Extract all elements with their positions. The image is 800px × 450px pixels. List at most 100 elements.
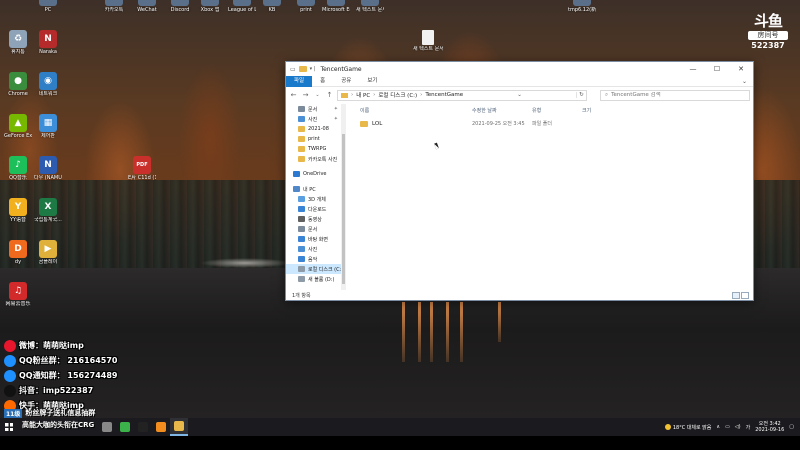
desktop-shortcut[interactable]: X 국립통계국... [34, 198, 62, 223]
desktop-shortcut[interactable]: Xbox 앱 [196, 0, 224, 13]
desktop-shortcut[interactable]: N Naraka [34, 30, 62, 55]
desktop-shortcut[interactable]: Y YY语音 [4, 198, 32, 223]
desktop-shortcut[interactable]: ● Chrome [4, 72, 32, 97]
clock-date: 2021-09-16 [755, 427, 785, 433]
taskbar-app[interactable] [116, 418, 134, 436]
desktop-shortcut[interactable]: N다우 (NAMUH) [34, 156, 62, 181]
desktop-shortcut[interactable]: 카카오톡 [100, 0, 128, 13]
app-menu-icon[interactable]: ▭ [290, 66, 296, 73]
weather-widget[interactable]: 18°C 대체로 맑음 [664, 424, 711, 431]
file-explorer-window[interactable]: ▭ ▾ | TencentGame — ☐ ✕ 파일 홈 공유 보기 ⌄ ← →… [285, 61, 754, 301]
column-name[interactable]: 이름 [360, 107, 472, 114]
desktop-shortcut-label: 网易云音乐 [5, 301, 31, 307]
recycle-bin-icon: ♻ [9, 30, 27, 48]
tab-file[interactable]: 파일 [286, 75, 313, 87]
desktop-shortcut[interactable]: League of Legends [228, 0, 256, 13]
desktop-shortcut[interactable]: 새 텍스트 문서 [356, 0, 384, 13]
network-icon[interactable]: ▭ [725, 424, 730, 430]
title-bar[interactable]: ▭ ▾ | TencentGame — ☐ ✕ [286, 62, 753, 76]
desktop-shortcut[interactable]: ▶ 곰플레이 [34, 240, 62, 265]
desktop-shortcut[interactable]: KB [258, 0, 286, 13]
start-button[interactable] [0, 418, 18, 436]
nav-item[interactable]: 동영상 [286, 214, 345, 224]
taskbar-app[interactable] [98, 418, 116, 436]
column-type[interactable]: 유형 [532, 107, 582, 114]
nav-item[interactable]: 내 PC [286, 184, 345, 194]
nav-item[interactable]: print [286, 134, 345, 144]
column-date-modified[interactable]: 수정한 날짜 [472, 107, 532, 114]
desktop-shortcut[interactable]: Microsoft Edge [322, 0, 350, 13]
file-row-lol[interactable]: LOL 2021-09-25 오전 3:45 파일 폴더 [346, 118, 753, 129]
nav-item[interactable]: 바탕 화면 [286, 234, 345, 244]
desktop-shortcut[interactable]: ◉ 네트워크 [34, 72, 62, 97]
desktop-shortcut-label: PC [44, 7, 52, 13]
volume-icon[interactable]: ◁) [735, 424, 741, 430]
desktop-shortcut[interactable]: print [292, 0, 320, 13]
nav-item[interactable]: 음악 [286, 254, 345, 264]
nav-item[interactable]: 3D 개체 [286, 194, 345, 204]
notification-icon[interactable]: ▢ [789, 424, 794, 430]
nav-item[interactable]: 사진 ✦ [286, 114, 345, 124]
tab-view[interactable]: 보기 [359, 76, 385, 87]
desktop-file-text-document[interactable]: 새 텍스트 문서 (2) [413, 30, 443, 52]
desktop-shortcut[interactable]: PC [34, 0, 62, 13]
column-size[interactable]: 크기 [582, 107, 622, 114]
desktop-shortcut[interactable]: PDFE片 C11d (1) [128, 156, 156, 181]
desktop-shortcut[interactable]: Discord [166, 0, 194, 13]
recent-chevron-icon[interactable]: ⌄ [313, 92, 322, 98]
taskbar-app[interactable] [170, 418, 188, 436]
nav-item[interactable]: 다운로드 [286, 204, 345, 214]
nav-item[interactable]: 카카오톡 사진 [286, 154, 345, 164]
clock[interactable]: 오전 3:42 2021-09-16 [755, 421, 784, 433]
reflection [460, 302, 463, 362]
tab-share[interactable]: 공유 [333, 76, 359, 87]
column-header-row: 이름 수정한 날짜 유형 크기 [346, 104, 753, 116]
desktop-shortcut[interactable]: Ddy [4, 240, 32, 265]
forward-arrow-icon[interactable]: → [301, 91, 310, 99]
minimize-button[interactable]: — [681, 62, 705, 76]
nav-item[interactable]: 문서 ✦ [286, 104, 345, 114]
large-icons-view-icon[interactable] [741, 291, 749, 299]
desktop-shortcut[interactable]: WeChat [133, 0, 161, 13]
close-button[interactable]: ✕ [729, 62, 753, 76]
tab-home[interactable]: 홈 [312, 76, 333, 87]
address-field[interactable]: › 내 PC › 로컬 디스크 (C:) › TencentGame ⌄ ↻ [337, 89, 587, 101]
details-view-icon[interactable] [732, 291, 740, 299]
desktop-shortcut[interactable]: ♪ QQ音乐 [4, 156, 32, 181]
ime-indicator[interactable]: 가 [746, 424, 751, 431]
desktop-shortcut[interactable]: ▲GeForce Experience [4, 114, 32, 139]
folder-icon[interactable] [298, 66, 307, 72]
expand-ribbon-icon[interactable]: ⌄ [742, 78, 747, 85]
desktop-shortcut[interactable]: ♻ 휴지통 [4, 30, 32, 55]
text-file-icon [422, 30, 434, 45]
nav-item[interactable]: 로컬 디스크 (C:) [286, 264, 345, 274]
maximize-button[interactable]: ☐ [705, 62, 729, 76]
nav-scrollbar[interactable] [341, 104, 345, 290]
quick-access-dropdown[interactable]: ▾ | [310, 66, 316, 72]
nav-item[interactable]: 사진 [286, 244, 345, 254]
folder-icon [298, 156, 305, 162]
pin-icon[interactable]: ✦ [334, 116, 338, 122]
back-arrow-icon[interactable]: ← [289, 91, 298, 99]
nav-item[interactable]: 문서 [286, 224, 345, 234]
search-box[interactable]: ⌕ [600, 89, 750, 101]
address-dropdown-icon[interactable]: ⌄ [516, 92, 524, 98]
nav-item[interactable]: TWRPG [286, 144, 345, 154]
up-arrow-icon[interactable]: ↑ [325, 91, 334, 99]
desktop-shortcut[interactable]: tmp6.12(新) [568, 0, 596, 13]
nav-item[interactable]: 2021-08 [286, 124, 345, 134]
breadcrumb-tencentgame[interactable]: TencentGame [425, 92, 463, 98]
taskbar-app[interactable] [134, 418, 152, 436]
nav-item[interactable]: OneDrive [286, 169, 345, 179]
desktop-shortcut[interactable]: ♫ 网易云音乐 [4, 282, 32, 307]
pin-icon[interactable]: ✦ [334, 106, 338, 112]
breadcrumb-drive-c[interactable]: 로컬 디스크 (C:) [378, 91, 417, 99]
taskbar-app[interactable] [152, 418, 170, 436]
breadcrumb-pc[interactable]: 내 PC [356, 91, 370, 99]
desktop-shortcut[interactable]: ▦ 제어판 [34, 114, 62, 139]
tray-chevron-icon[interactable]: ∧ [716, 424, 720, 430]
scrollbar-thumb[interactable] [341, 134, 345, 284]
refresh-icon[interactable]: ↻ [576, 92, 586, 98]
nav-item[interactable]: 새 볼륨 (D:) [286, 274, 345, 284]
search-input[interactable] [611, 92, 712, 98]
